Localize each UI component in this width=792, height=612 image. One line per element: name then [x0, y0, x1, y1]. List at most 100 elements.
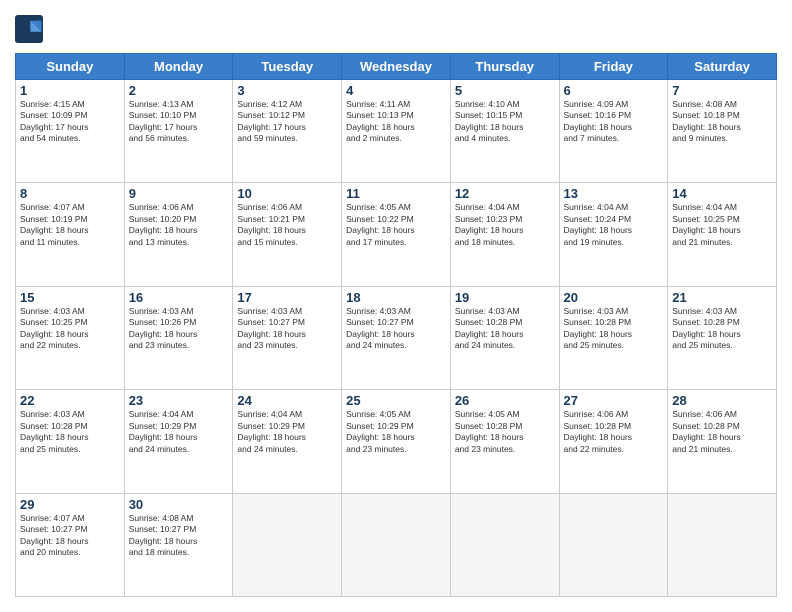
- day-number: 17: [237, 290, 337, 305]
- day-info: Sunrise: 4:07 AM Sunset: 10:19 PM Daylig…: [20, 202, 120, 248]
- day-number: 12: [455, 186, 555, 201]
- calendar-cell: 4Sunrise: 4:11 AM Sunset: 10:13 PM Dayli…: [342, 80, 451, 183]
- calendar-cell: 15Sunrise: 4:03 AM Sunset: 10:25 PM Dayl…: [16, 286, 125, 389]
- week-row-3: 15Sunrise: 4:03 AM Sunset: 10:25 PM Dayl…: [16, 286, 777, 389]
- calendar-cell: 29Sunrise: 4:07 AM Sunset: 10:27 PM Dayl…: [16, 493, 125, 596]
- page-container: SundayMondayTuesdayWednesdayThursdayFrid…: [0, 0, 792, 612]
- day-info: Sunrise: 4:03 AM Sunset: 10:28 PM Daylig…: [20, 409, 120, 455]
- day-number: 26: [455, 393, 555, 408]
- day-number: 19: [455, 290, 555, 305]
- day-number: 10: [237, 186, 337, 201]
- day-number: 20: [564, 290, 664, 305]
- calendar-cell: 26Sunrise: 4:05 AM Sunset: 10:28 PM Dayl…: [450, 390, 559, 493]
- calendar-cell: [668, 493, 777, 596]
- calendar-cell: [342, 493, 451, 596]
- calendar-cell: 11Sunrise: 4:05 AM Sunset: 10:22 PM Dayl…: [342, 183, 451, 286]
- calendar-table: SundayMondayTuesdayWednesdayThursdayFrid…: [15, 53, 777, 597]
- day-info: Sunrise: 4:03 AM Sunset: 10:25 PM Daylig…: [20, 306, 120, 352]
- day-number: 18: [346, 290, 446, 305]
- day-number: 11: [346, 186, 446, 201]
- day-info: Sunrise: 4:08 AM Sunset: 10:18 PM Daylig…: [672, 99, 772, 145]
- calendar-cell: 17Sunrise: 4:03 AM Sunset: 10:27 PM Dayl…: [233, 286, 342, 389]
- day-number: 9: [129, 186, 229, 201]
- calendar-cell: 23Sunrise: 4:04 AM Sunset: 10:29 PM Dayl…: [124, 390, 233, 493]
- day-info: Sunrise: 4:15 AM Sunset: 10:09 PM Daylig…: [20, 99, 120, 145]
- calendar-cell: 28Sunrise: 4:06 AM Sunset: 10:28 PM Dayl…: [668, 390, 777, 493]
- weekday-header-row: SundayMondayTuesdayWednesdayThursdayFrid…: [16, 54, 777, 80]
- day-info: Sunrise: 4:05 AM Sunset: 10:28 PM Daylig…: [455, 409, 555, 455]
- day-number: 29: [20, 497, 120, 512]
- day-number: 16: [129, 290, 229, 305]
- calendar-cell: 9Sunrise: 4:06 AM Sunset: 10:20 PM Dayli…: [124, 183, 233, 286]
- day-info: Sunrise: 4:04 AM Sunset: 10:23 PM Daylig…: [455, 202, 555, 248]
- calendar-cell: 3Sunrise: 4:12 AM Sunset: 10:12 PM Dayli…: [233, 80, 342, 183]
- day-number: 22: [20, 393, 120, 408]
- logo: [15, 15, 47, 43]
- calendar-cell: 13Sunrise: 4:04 AM Sunset: 10:24 PM Dayl…: [559, 183, 668, 286]
- day-number: 15: [20, 290, 120, 305]
- calendar-cell: 22Sunrise: 4:03 AM Sunset: 10:28 PM Dayl…: [16, 390, 125, 493]
- day-info: Sunrise: 4:03 AM Sunset: 10:28 PM Daylig…: [564, 306, 664, 352]
- calendar-cell: 30Sunrise: 4:08 AM Sunset: 10:27 PM Dayl…: [124, 493, 233, 596]
- day-info: Sunrise: 4:04 AM Sunset: 10:29 PM Daylig…: [237, 409, 337, 455]
- day-info: Sunrise: 4:13 AM Sunset: 10:10 PM Daylig…: [129, 99, 229, 145]
- week-row-2: 8Sunrise: 4:07 AM Sunset: 10:19 PM Dayli…: [16, 183, 777, 286]
- day-number: 14: [672, 186, 772, 201]
- calendar-cell: [559, 493, 668, 596]
- weekday-tuesday: Tuesday: [233, 54, 342, 80]
- day-number: 2: [129, 83, 229, 98]
- day-number: 7: [672, 83, 772, 98]
- weekday-monday: Monday: [124, 54, 233, 80]
- day-info: Sunrise: 4:07 AM Sunset: 10:27 PM Daylig…: [20, 513, 120, 559]
- calendar-cell: [233, 493, 342, 596]
- day-info: Sunrise: 4:05 AM Sunset: 10:29 PM Daylig…: [346, 409, 446, 455]
- day-info: Sunrise: 4:10 AM Sunset: 10:15 PM Daylig…: [455, 99, 555, 145]
- day-number: 6: [564, 83, 664, 98]
- day-info: Sunrise: 4:06 AM Sunset: 10:20 PM Daylig…: [129, 202, 229, 248]
- calendar-cell: 25Sunrise: 4:05 AM Sunset: 10:29 PM Dayl…: [342, 390, 451, 493]
- calendar-cell: 6Sunrise: 4:09 AM Sunset: 10:16 PM Dayli…: [559, 80, 668, 183]
- calendar-cell: [450, 493, 559, 596]
- calendar-cell: 19Sunrise: 4:03 AM Sunset: 10:28 PM Dayl…: [450, 286, 559, 389]
- weekday-saturday: Saturday: [668, 54, 777, 80]
- day-number: 8: [20, 186, 120, 201]
- day-number: 28: [672, 393, 772, 408]
- calendar-cell: 18Sunrise: 4:03 AM Sunset: 10:27 PM Dayl…: [342, 286, 451, 389]
- day-info: Sunrise: 4:03 AM Sunset: 10:27 PM Daylig…: [237, 306, 337, 352]
- calendar-cell: 1Sunrise: 4:15 AM Sunset: 10:09 PM Dayli…: [16, 80, 125, 183]
- day-info: Sunrise: 4:04 AM Sunset: 10:29 PM Daylig…: [129, 409, 229, 455]
- day-info: Sunrise: 4:05 AM Sunset: 10:22 PM Daylig…: [346, 202, 446, 248]
- calendar-cell: 7Sunrise: 4:08 AM Sunset: 10:18 PM Dayli…: [668, 80, 777, 183]
- week-row-4: 22Sunrise: 4:03 AM Sunset: 10:28 PM Dayl…: [16, 390, 777, 493]
- day-info: Sunrise: 4:03 AM Sunset: 10:28 PM Daylig…: [455, 306, 555, 352]
- day-number: 4: [346, 83, 446, 98]
- calendar-cell: 24Sunrise: 4:04 AM Sunset: 10:29 PM Dayl…: [233, 390, 342, 493]
- day-number: 13: [564, 186, 664, 201]
- calendar-cell: 5Sunrise: 4:10 AM Sunset: 10:15 PM Dayli…: [450, 80, 559, 183]
- day-info: Sunrise: 4:09 AM Sunset: 10:16 PM Daylig…: [564, 99, 664, 145]
- calendar-cell: 10Sunrise: 4:06 AM Sunset: 10:21 PM Dayl…: [233, 183, 342, 286]
- calendar-cell: 20Sunrise: 4:03 AM Sunset: 10:28 PM Dayl…: [559, 286, 668, 389]
- week-row-5: 29Sunrise: 4:07 AM Sunset: 10:27 PM Dayl…: [16, 493, 777, 596]
- day-number: 25: [346, 393, 446, 408]
- calendar-cell: 14Sunrise: 4:04 AM Sunset: 10:25 PM Dayl…: [668, 183, 777, 286]
- day-info: Sunrise: 4:06 AM Sunset: 10:21 PM Daylig…: [237, 202, 337, 248]
- day-info: Sunrise: 4:11 AM Sunset: 10:13 PM Daylig…: [346, 99, 446, 145]
- day-info: Sunrise: 4:04 AM Sunset: 10:25 PM Daylig…: [672, 202, 772, 248]
- day-info: Sunrise: 4:06 AM Sunset: 10:28 PM Daylig…: [672, 409, 772, 455]
- calendar-cell: 16Sunrise: 4:03 AM Sunset: 10:26 PM Dayl…: [124, 286, 233, 389]
- day-number: 21: [672, 290, 772, 305]
- week-row-1: 1Sunrise: 4:15 AM Sunset: 10:09 PM Dayli…: [16, 80, 777, 183]
- calendar-cell: 27Sunrise: 4:06 AM Sunset: 10:28 PM Dayl…: [559, 390, 668, 493]
- day-info: Sunrise: 4:04 AM Sunset: 10:24 PM Daylig…: [564, 202, 664, 248]
- day-number: 23: [129, 393, 229, 408]
- day-number: 24: [237, 393, 337, 408]
- day-info: Sunrise: 4:03 AM Sunset: 10:27 PM Daylig…: [346, 306, 446, 352]
- day-info: Sunrise: 4:12 AM Sunset: 10:12 PM Daylig…: [237, 99, 337, 145]
- day-number: 30: [129, 497, 229, 512]
- calendar-cell: 8Sunrise: 4:07 AM Sunset: 10:19 PM Dayli…: [16, 183, 125, 286]
- day-number: 5: [455, 83, 555, 98]
- page-header: [15, 15, 777, 43]
- calendar-cell: 12Sunrise: 4:04 AM Sunset: 10:23 PM Dayl…: [450, 183, 559, 286]
- weekday-friday: Friday: [559, 54, 668, 80]
